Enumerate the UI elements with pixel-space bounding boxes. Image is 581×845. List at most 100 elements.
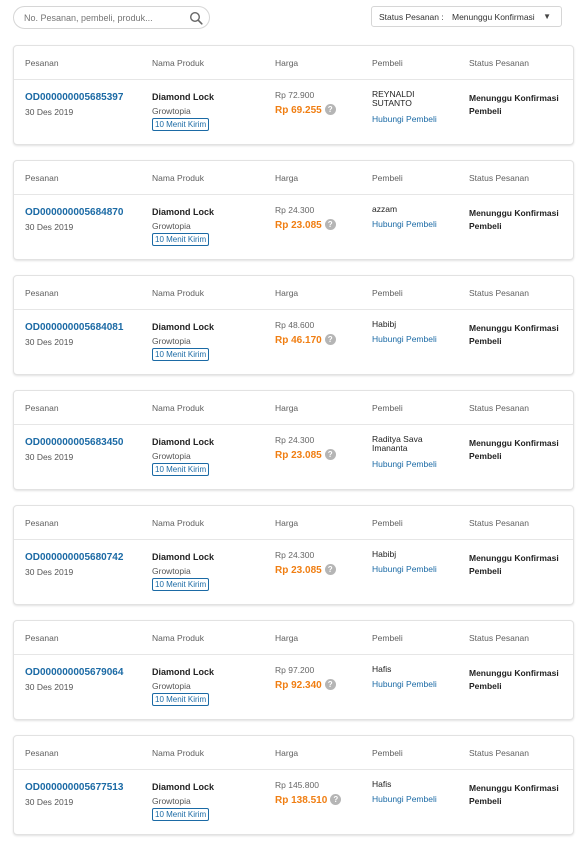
column-header-product: Nama Produk: [152, 518, 204, 528]
order-card: Pesanan Nama Produk Harga Pembeli Status…: [13, 505, 574, 605]
order-card: Pesanan Nama Produk Harga Pembeli Status…: [13, 160, 574, 260]
order-date: 30 Des 2019: [25, 567, 74, 577]
column-header-order: Pesanan: [25, 403, 59, 413]
product-name: Diamond Lock: [152, 667, 215, 677]
price-original: Rp 97.200: [275, 665, 315, 675]
search-icon[interactable]: [189, 11, 203, 25]
delivery-time-badge: 10 Menit Kirim: [152, 693, 210, 706]
buyer-name: Habibj: [372, 549, 397, 559]
column-header-status: Status Pesanan: [469, 633, 530, 643]
delivery-time-badge: 10 Menit Kirim: [152, 808, 210, 821]
order-card: Pesanan Nama Produk Harga Pembeli Status…: [13, 390, 574, 490]
chevron-down-icon: ▼: [543, 12, 551, 21]
price-original: Rp 24.300: [275, 205, 315, 215]
help-icon[interactable]: ?: [324, 679, 336, 690]
product-game: Growtopia: [152, 796, 191, 806]
help-icon[interactable]: ?: [324, 564, 336, 575]
order-date: 30 Des 2019: [25, 682, 74, 692]
column-header-price: Harga: [275, 58, 299, 68]
column-header-status: Status Pesanan: [469, 403, 530, 413]
price-net: Rp 23.085?: [275, 449, 336, 461]
contact-buyer-link[interactable]: Hubungi Pembeli: [372, 564, 437, 574]
product-name: Diamond Lock: [152, 207, 215, 217]
status-filter-value: Menunggu Konfirmasi: [452, 12, 535, 22]
price-net: Rp 138.510?: [275, 794, 342, 806]
help-icon[interactable]: ?: [324, 334, 336, 345]
column-header-product: Nama Produk: [152, 403, 204, 413]
contact-buyer-link[interactable]: Hubungi Pembeli: [372, 219, 437, 229]
buyer-name: Hafis: [372, 779, 392, 789]
price-original: Rp 24.300: [275, 435, 315, 445]
search-box[interactable]: [13, 6, 210, 29]
column-header-status: Status Pesanan: [469, 288, 530, 298]
order-card-header: Pesanan Nama Produk Harga Pembeli Status…: [14, 46, 573, 80]
order-id-link[interactable]: OD000000005677513: [25, 782, 123, 793]
order-card: Pesanan Nama Produk Harga Pembeli Status…: [13, 45, 574, 145]
product-game: Growtopia: [152, 566, 191, 576]
order-date: 30 Des 2019: [25, 452, 74, 462]
help-icon[interactable]: ?: [330, 794, 342, 805]
column-header-order: Pesanan: [25, 173, 59, 183]
status-filter-label: Status Pesanan :: [379, 12, 444, 22]
order-status: Menunggu Konfirmasi Pembeli: [469, 93, 559, 116]
column-header-price: Harga: [275, 403, 299, 413]
order-id-link[interactable]: OD000000005684870: [25, 207, 123, 218]
product-name: Diamond Lock: [152, 322, 215, 332]
order-card: Pesanan Nama Produk Harga Pembeli Status…: [13, 620, 574, 720]
order-date: 30 Des 2019: [25, 222, 74, 232]
search-input[interactable]: [24, 11, 184, 25]
column-header-buyer: Pembeli: [372, 288, 403, 298]
order-status: Menunggu Konfirmasi Pembeli: [469, 208, 559, 231]
column-header-buyer: Pembeli: [372, 518, 403, 528]
price-original: Rp 48.600: [275, 320, 315, 330]
price-original: Rp 72.900: [275, 90, 315, 100]
help-icon[interactable]: ?: [324, 449, 336, 460]
order-card-header: Pesanan Nama Produk Harga Pembeli Status…: [14, 736, 573, 770]
column-header-order: Pesanan: [25, 633, 59, 643]
order-id-link[interactable]: OD000000005679064: [25, 667, 123, 678]
help-icon[interactable]: ?: [324, 104, 336, 115]
contact-buyer-link[interactable]: Hubungi Pembeli: [372, 114, 437, 124]
contact-buyer-link[interactable]: Hubungi Pembeli: [372, 794, 437, 804]
order-status: Menunggu Konfirmasi Pembeli: [469, 323, 559, 346]
order-id-link[interactable]: OD000000005683450: [25, 437, 123, 448]
price-net-value: Rp 138.510: [275, 795, 328, 806]
buyer-name: Hafis: [372, 664, 392, 674]
price-net-value: Rp 23.085: [275, 565, 322, 576]
help-icon[interactable]: ?: [324, 219, 336, 230]
order-id-link[interactable]: OD000000005680742: [25, 552, 123, 563]
column-header-status: Status Pesanan: [469, 58, 530, 68]
product-game: Growtopia: [152, 221, 191, 231]
price-net-value: Rp 23.085: [275, 220, 322, 231]
product-game: Growtopia: [152, 451, 191, 461]
price-net: Rp 69.255?: [275, 104, 336, 116]
column-header-status: Status Pesanan: [469, 748, 530, 758]
order-id-link[interactable]: OD000000005684081: [25, 322, 123, 333]
order-status: Menunggu Konfirmasi Pembeli: [469, 438, 559, 461]
product-name: Diamond Lock: [152, 782, 215, 792]
price-net: Rp 23.085?: [275, 564, 336, 576]
delivery-time-badge: 10 Menit Kirim: [152, 348, 210, 361]
column-header-product: Nama Produk: [152, 633, 204, 643]
status-filter-dropdown[interactable]: Status Pesanan : Menunggu Konfirmasi ▼: [371, 6, 562, 27]
order-status: Menunggu Konfirmasi Pembeli: [469, 783, 559, 806]
column-header-order: Pesanan: [25, 748, 59, 758]
order-id-link[interactable]: OD000000005685397: [25, 92, 123, 103]
order-card: Pesanan Nama Produk Harga Pembeli Status…: [13, 275, 574, 375]
column-header-price: Harga: [275, 288, 299, 298]
delivery-time-badge: 10 Menit Kirim: [152, 118, 210, 131]
buyer-name: REYNALDI SUTANTO: [372, 89, 415, 108]
price-net: Rp 46.170?: [275, 334, 336, 346]
product-name: Diamond Lock: [152, 552, 215, 562]
product-game: Growtopia: [152, 106, 191, 116]
order-card-header: Pesanan Nama Produk Harga Pembeli Status…: [14, 161, 573, 195]
contact-buyer-link[interactable]: Hubungi Pembeli: [372, 459, 437, 469]
buyer-name: Habibj: [372, 319, 397, 329]
delivery-time-badge: 10 Menit Kirim: [152, 463, 210, 476]
contact-buyer-link[interactable]: Hubungi Pembeli: [372, 334, 437, 344]
order-card-header: Pesanan Nama Produk Harga Pembeli Status…: [14, 276, 573, 310]
order-date: 30 Des 2019: [25, 337, 74, 347]
column-header-order: Pesanan: [25, 288, 59, 298]
contact-buyer-link[interactable]: Hubungi Pembeli: [372, 679, 437, 689]
product-game: Growtopia: [152, 681, 191, 691]
